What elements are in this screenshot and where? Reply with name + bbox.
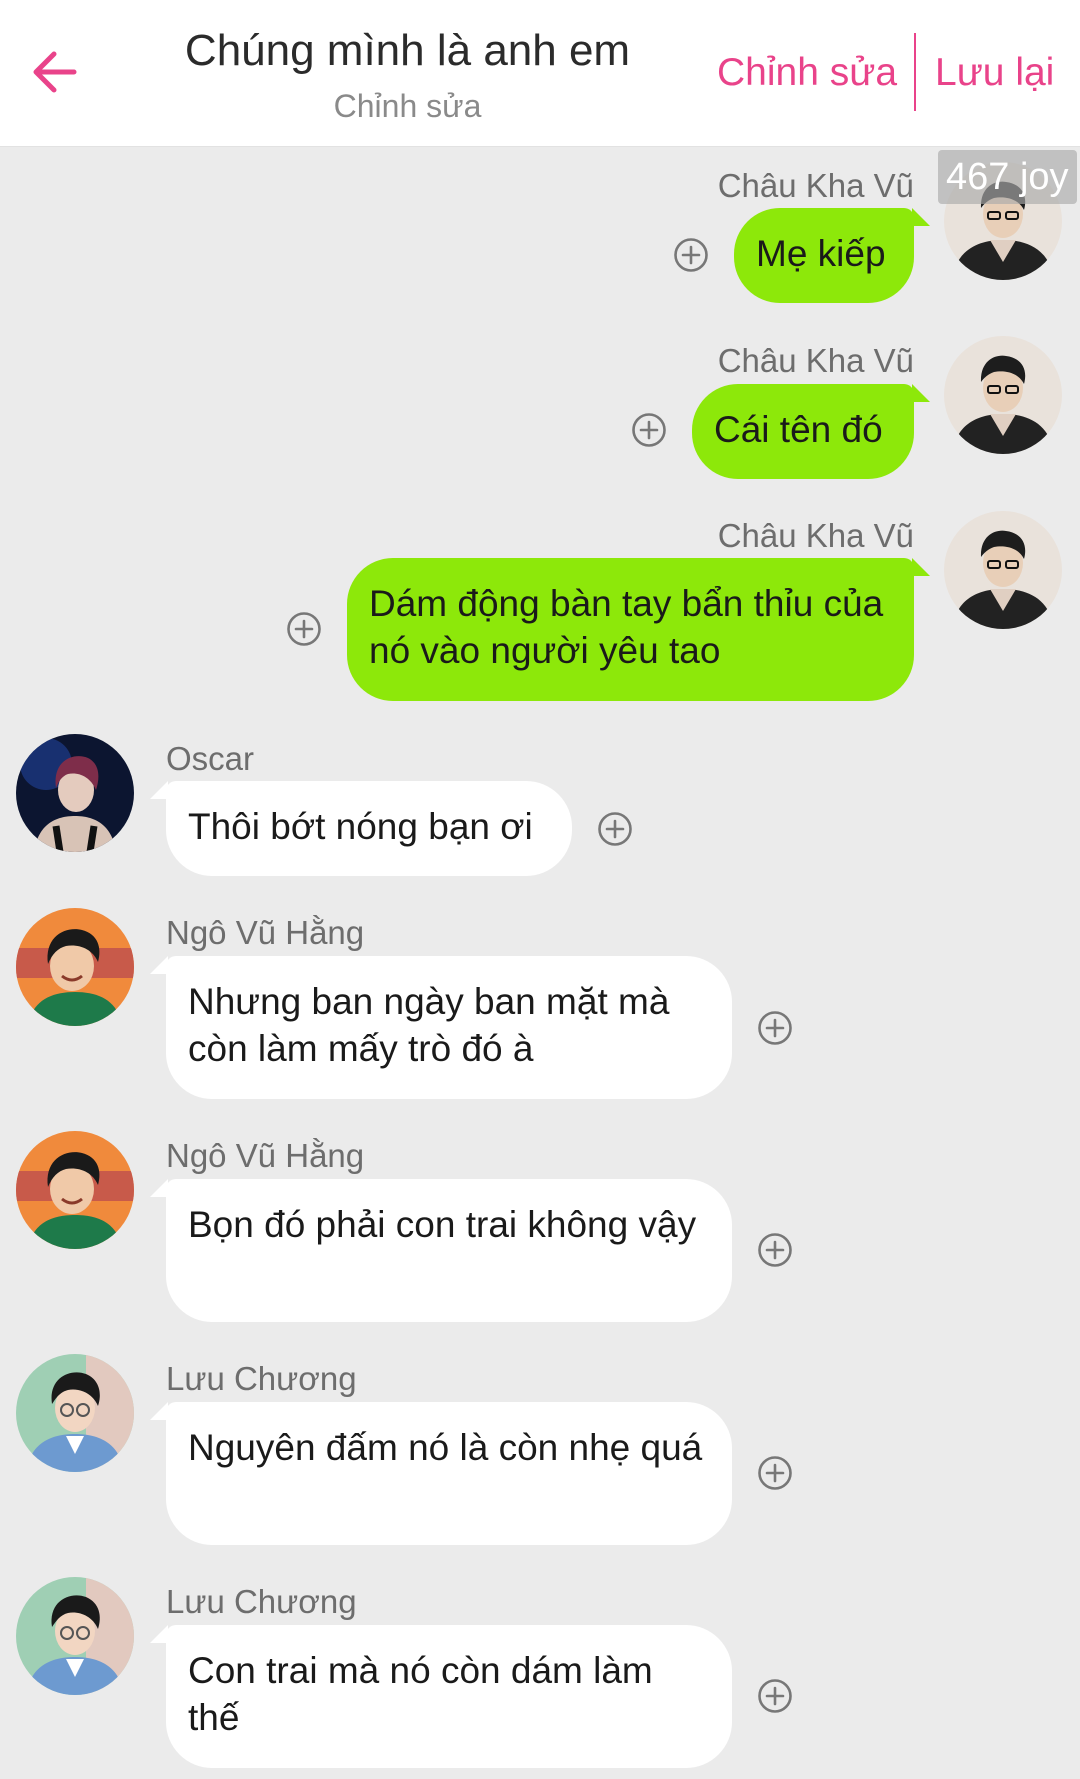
overlay-badge: 467 joy <box>938 150 1077 204</box>
message-bubble[interactable]: Bọn đó phải con trai không vậy <box>166 1179 732 1322</box>
message-text: Mẹ kiếp <box>756 233 886 274</box>
add-reaction-icon[interactable] <box>673 237 709 273</box>
avatar[interactable] <box>944 511 1062 629</box>
bubble-tail <box>150 1625 168 1643</box>
bubble-tail <box>912 384 930 402</box>
message-bubble[interactable]: Thôi bớt nóng bạn ơi <box>166 781 572 876</box>
bubble-tail <box>912 558 930 576</box>
add-reaction-icon[interactable] <box>757 1010 793 1046</box>
avatar-photo <box>16 1131 134 1249</box>
message-text: Con trai mà nó còn dám làm thế <box>188 1650 653 1738</box>
message-bubble[interactable]: Dám động bàn tay bẩn thỉu của nó vào ngư… <box>347 558 914 701</box>
message-bubble[interactable]: Nguyên đấm nó là còn nhẹ quá <box>166 1402 732 1545</box>
add-reaction-icon[interactable] <box>597 811 633 847</box>
bubble-tail <box>912 208 930 226</box>
sender-name: Châu Kha Vũ <box>717 167 914 204</box>
avatar-photo <box>16 908 134 1026</box>
add-reaction-icon[interactable] <box>757 1455 793 1491</box>
sender-name: Lưu Chương <box>166 1583 357 1620</box>
sender-name: Châu Kha Vũ <box>717 342 914 379</box>
message-bubble[interactable]: Nhưng ban ngày ban mặt mà còn làm mấy tr… <box>166 956 732 1099</box>
add-reaction-icon[interactable] <box>286 611 322 647</box>
avatar[interactable] <box>944 336 1062 454</box>
chat-title: Chúng mình là anh em <box>184 26 631 75</box>
sender-name: Châu Kha Vũ <box>717 517 914 554</box>
sender-name: Ngô Vũ Hằng <box>166 1137 365 1174</box>
message-text: Cái tên đó <box>714 409 883 450</box>
avatar[interactable] <box>16 1354 134 1472</box>
avatar[interactable] <box>16 1131 134 1249</box>
bubble-tail <box>150 781 168 799</box>
avatar[interactable] <box>16 908 134 1026</box>
avatar[interactable] <box>16 1577 134 1695</box>
avatar-photo <box>16 1577 134 1695</box>
arrow-left-icon <box>33 51 77 93</box>
avatar[interactable] <box>16 734 134 852</box>
chat-subtitle: Chỉnh sửa <box>333 88 482 124</box>
bubble-tail <box>150 1179 168 1197</box>
add-reaction-icon[interactable] <box>757 1232 793 1268</box>
avatar-photo <box>16 1354 134 1472</box>
avatar-photo <box>944 336 1062 454</box>
bubble-tail <box>150 1402 168 1420</box>
title-block: Chúng mình là anh em Chỉnh sửa <box>150 22 665 128</box>
back-button[interactable] <box>22 36 94 108</box>
header-divider <box>914 33 916 111</box>
sender-name: Ngô Vũ Hằng <box>166 914 365 951</box>
add-reaction-icon[interactable] <box>757 1678 793 1714</box>
avatar-photo <box>944 511 1062 629</box>
avatar-photo <box>16 734 134 852</box>
message-bubble[interactable]: Mẹ kiếp <box>734 208 914 303</box>
save-button[interactable]: Lưu lại <box>935 48 1054 98</box>
edit-button[interactable]: Chỉnh sửa <box>717 48 897 98</box>
message-text: Nhưng ban ngày ban mặt mà còn làm mấy tr… <box>188 981 670 1069</box>
sender-name: Lưu Chương <box>166 1360 357 1397</box>
message-text: Nguyên đấm nó là còn nhẹ quá <box>188 1427 703 1468</box>
message-bubble[interactable]: Cái tên đó <box>692 384 914 479</box>
message-text: Bọn đó phải con trai không vậy <box>188 1204 697 1245</box>
message-text: Dám động bàn tay bẩn thỉu của nó vào ngư… <box>369 583 884 671</box>
bubble-tail <box>150 956 168 974</box>
sender-name: Oscar <box>166 740 255 777</box>
chat-header: Chúng mình là anh em Chỉnh sửa Chỉnh sửa… <box>0 0 1080 147</box>
message-bubble[interactable]: Con trai mà nó còn dám làm thế <box>166 1625 732 1768</box>
message-text: Thôi bớt nóng bạn ơi <box>188 806 533 847</box>
add-reaction-icon[interactable] <box>631 412 667 448</box>
